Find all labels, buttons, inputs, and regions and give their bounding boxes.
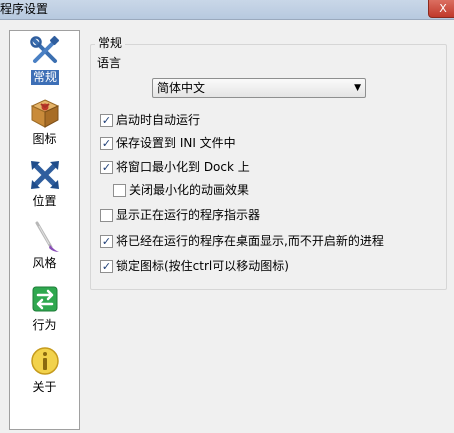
sidebar-item-label: 行为 <box>32 318 57 332</box>
title-bar: 程序设置 X <box>0 0 454 20</box>
sidebar: 常规 图标 位置 风格 行为 关于 <box>9 30 80 430</box>
close-icon[interactable]: X <box>439 2 447 15</box>
option-reuse-instance[interactable]: ✓ 将已经在运行的程序在桌面显示,而不开启新的进程 <box>100 233 440 249</box>
brush-icon <box>35 221 59 252</box>
settings-window: 程序设置 X 常规 图标 位置 风格 行为 关于 常规 语言 简体中文 ▼ ✓ … <box>0 0 454 433</box>
option-lock-icons[interactable]: ✓ 锁定图标(按住ctrl可以移动图标) <box>100 258 300 274</box>
sidebar-item-behavior[interactable]: 行为 <box>10 283 79 339</box>
option-minimize-dock[interactable]: ✓ 将窗口最小化到 Dock 上 <box>100 159 260 175</box>
tools-icon <box>30 35 60 63</box>
sidebar-item-icon[interactable]: 图标 <box>10 97 79 153</box>
window-title: 程序设置 <box>0 2 49 16</box>
sidebar-item-label: 位置 <box>32 194 57 208</box>
save-ini-checkbox[interactable]: ✓ <box>100 137 113 150</box>
option-label: 关闭最小化的动画效果 <box>129 183 250 197</box>
sidebar-item-label: 关于 <box>32 380 57 394</box>
minimize-dock-checkbox[interactable]: ✓ <box>100 161 113 174</box>
option-running-indicator[interactable]: 显示正在运行的程序指示器 <box>100 207 270 223</box>
info-icon <box>31 347 59 375</box>
sidebar-item-style[interactable]: 风格 <box>10 221 79 277</box>
option-label: 将窗口最小化到 Dock 上 <box>116 160 250 174</box>
option-label: 显示正在运行的程序指示器 <box>116 208 261 222</box>
language-select-value: 简体中文 <box>157 81 206 95</box>
language-select[interactable]: 简体中文 ▼ <box>152 78 366 98</box>
package-icon <box>30 99 60 128</box>
option-label: 保存设置到 INI 文件中 <box>116 136 236 150</box>
sidebar-item-about[interactable]: 关于 <box>10 345 79 401</box>
chevron-down-icon: ▼ <box>354 83 361 93</box>
option-label: 将已经在运行的程序在桌面显示,而不开启新的进程 <box>116 234 384 248</box>
sidebar-item-position[interactable]: 位置 <box>10 159 79 215</box>
sidebar-item-label: 常规 <box>31 70 59 85</box>
option-disable-animation[interactable]: 关闭最小化的动画效果 <box>113 182 273 198</box>
language-label: 语言 <box>97 56 122 70</box>
group-title: 常规 <box>95 36 126 50</box>
autostart-checkbox[interactable]: ✓ <box>100 114 113 127</box>
position-arrows-icon <box>31 161 59 189</box>
reuse-instance-checkbox[interactable]: ✓ <box>100 235 113 248</box>
running-indicator-checkbox[interactable] <box>100 209 113 222</box>
lock-icons-checkbox[interactable]: ✓ <box>100 260 113 273</box>
option-autostart[interactable]: ✓ 启动时自动运行 <box>100 112 240 128</box>
option-save-ini[interactable]: ✓ 保存设置到 INI 文件中 <box>100 135 260 151</box>
close-button[interactable]: X <box>428 0 454 18</box>
option-label: 锁定图标(按住ctrl可以移动图标) <box>116 259 289 273</box>
sidebar-item-general[interactable]: 常规 <box>10 35 79 91</box>
sidebar-item-label: 图标 <box>32 132 57 146</box>
sidebar-item-label: 风格 <box>32 256 57 270</box>
option-label: 启动时自动运行 <box>116 113 201 127</box>
arrows-switch-icon <box>32 286 58 312</box>
disable-animation-checkbox[interactable] <box>113 184 126 197</box>
